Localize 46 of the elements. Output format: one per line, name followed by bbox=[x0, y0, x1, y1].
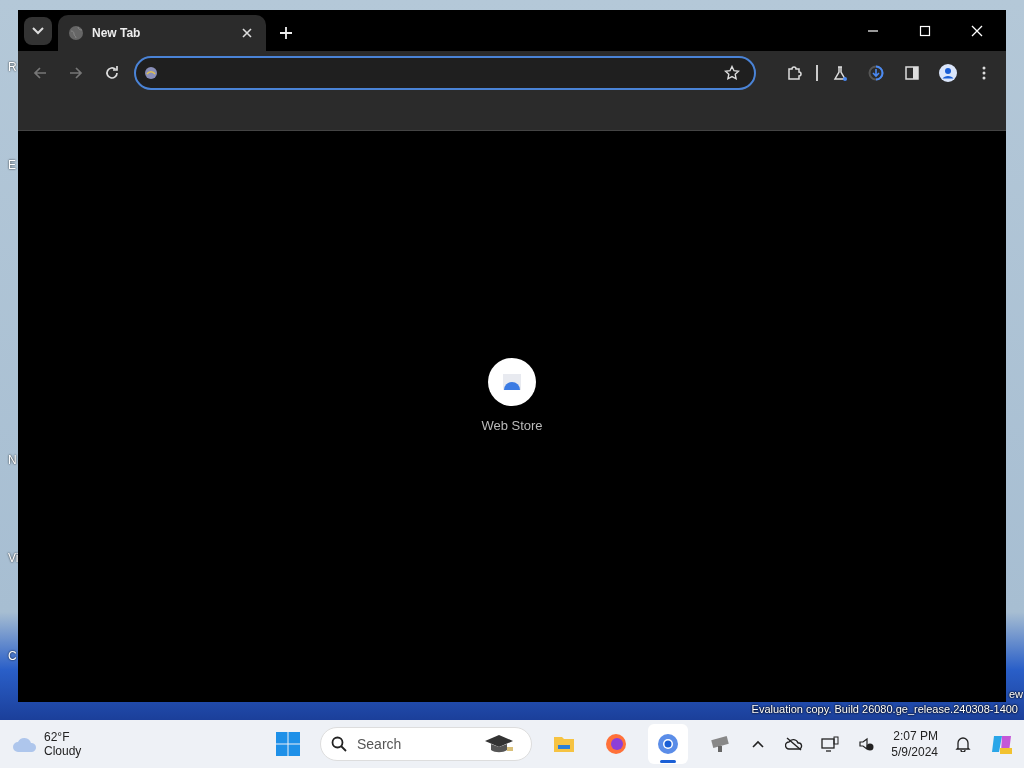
cloud-icon bbox=[12, 735, 38, 753]
shortcut-tile[interactable]: Web Store bbox=[475, 356, 549, 437]
download-progress-icon bbox=[868, 65, 884, 81]
search-input[interactable]: Search bbox=[355, 732, 475, 756]
notifications-icon bbox=[955, 736, 971, 752]
chevron-up-icon bbox=[752, 740, 765, 748]
taskbar-app-button[interactable] bbox=[648, 724, 688, 764]
close-icon bbox=[971, 25, 983, 37]
desktop-icon-label: N bbox=[8, 452, 17, 469]
desktop-icon-label: R bbox=[8, 59, 17, 76]
watermark-text: Evaluation copy. Build 26080.ge_release.240308-1400 bbox=[751, 703, 1018, 716]
tab-title: New Tab bbox=[92, 25, 142, 42]
chevron-down-icon bbox=[32, 27, 44, 35]
puzzle-piece-icon bbox=[786, 65, 802, 81]
clock[interactable]: 2:07 PM 5/9/2024 bbox=[891, 727, 938, 761]
graduation-cap-icon bbox=[483, 733, 515, 755]
cloud-off-icon bbox=[785, 737, 804, 751]
temperature-text: 62°F bbox=[44, 729, 71, 744]
weather-condition-text: Cloudy bbox=[44, 744, 82, 759]
forward-arrow-icon bbox=[68, 65, 84, 81]
windows-logo-icon bbox=[276, 732, 300, 756]
taskbar-search-field[interactable]: Search bbox=[320, 727, 532, 761]
desktop-icon-label: C bbox=[8, 648, 17, 665]
volume-muted-icon bbox=[858, 736, 875, 752]
desktop-icon-label: Vi bbox=[8, 550, 19, 567]
network-icon bbox=[821, 736, 840, 752]
star-icon bbox=[724, 65, 740, 81]
date-text: 5/9/2024 bbox=[891, 744, 938, 761]
time-text: 2:07 PM bbox=[892, 727, 938, 744]
browser-circle-icon bbox=[656, 732, 680, 756]
plus-icon bbox=[280, 27, 292, 39]
browser-tab[interactable]: New Tab bbox=[58, 15, 266, 51]
reload-icon bbox=[104, 65, 120, 81]
address-bar[interactable] bbox=[134, 56, 756, 90]
watermark-text: ew bbox=[1008, 688, 1023, 701]
maximize-icon bbox=[919, 25, 931, 37]
weather-widget[interactable]: 62°F Cloudy bbox=[12, 729, 82, 759]
close-icon bbox=[242, 28, 252, 38]
globe-icon bbox=[68, 25, 84, 41]
search-icon bbox=[331, 736, 347, 752]
desktop-icon-label: E bbox=[8, 157, 16, 174]
back-arrow-icon bbox=[32, 65, 48, 81]
tab-search-button[interactable] bbox=[24, 17, 52, 45]
side-panel-icon bbox=[904, 65, 920, 81]
account-icon bbox=[939, 64, 957, 82]
flask-icon bbox=[832, 65, 848, 81]
